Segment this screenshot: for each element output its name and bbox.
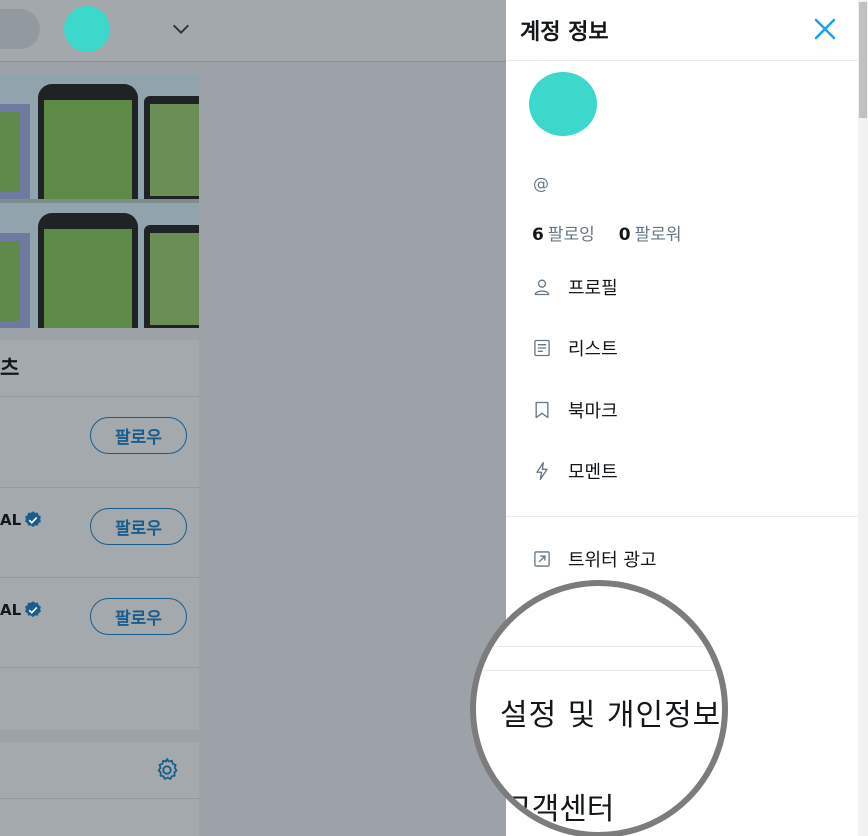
divider bbox=[0, 798, 199, 799]
follow-stats: 6 팔로잉 0 팔로워 bbox=[532, 220, 682, 245]
following-count: 6 bbox=[532, 225, 544, 245]
list-icon bbox=[534, 339, 550, 357]
divider bbox=[506, 516, 858, 517]
follow-button[interactable]: 팔로우 bbox=[90, 417, 187, 454]
magnifier-callout: 설정 및 개인정보 고객센터 bbox=[470, 580, 728, 836]
close-icon[interactable] bbox=[810, 14, 840, 44]
drawer-header: 계정 정보 bbox=[506, 0, 858, 61]
menu-item-label: 리스트 bbox=[568, 339, 618, 360]
divider bbox=[0, 667, 199, 668]
following-link[interactable]: 6 팔로잉 bbox=[532, 220, 595, 245]
scrollbar[interactable] bbox=[858, 0, 868, 836]
divider bbox=[0, 396, 199, 397]
bookmark-icon bbox=[535, 401, 549, 419]
menu-item-help-center[interactable]: 고객센터 bbox=[504, 784, 614, 828]
background-header bbox=[0, 0, 506, 62]
external-link-icon bbox=[534, 551, 550, 567]
verified-badge-icon bbox=[25, 601, 42, 618]
follow-button[interactable]: 팔로우 bbox=[90, 508, 187, 545]
divider bbox=[0, 577, 199, 578]
avatar bbox=[64, 6, 110, 52]
followers-count: 0 bbox=[618, 225, 631, 245]
divider bbox=[476, 670, 722, 671]
menu-item-bookmarks[interactable]: 북마크 bbox=[532, 396, 618, 424]
lightning-icon bbox=[536, 462, 548, 480]
menu-item-label: 북마크 bbox=[568, 401, 618, 422]
follow-button[interactable]: 팔로우 bbox=[90, 598, 187, 635]
person-icon bbox=[534, 279, 550, 296]
menu-item-label: 모멘트 bbox=[568, 462, 618, 483]
media-preview bbox=[0, 74, 199, 328]
card-title: 츠 bbox=[0, 356, 20, 380]
drawer-title: 계정 정보 bbox=[520, 20, 609, 45]
search-bar bbox=[0, 9, 40, 49]
divider bbox=[476, 646, 722, 647]
user-name: AL bbox=[0, 600, 43, 620]
menu-item-label: 프로필 bbox=[568, 278, 618, 299]
following-label: 팔로잉 bbox=[547, 225, 595, 245]
followers-label: 팔로워 bbox=[634, 225, 682, 245]
divider bbox=[0, 487, 199, 488]
user-name: AL bbox=[0, 510, 43, 530]
verified-badge-icon bbox=[25, 511, 42, 528]
menu-item-settings-and-privacy[interactable]: 설정 및 개인정보 bbox=[500, 690, 721, 734]
media-image bbox=[0, 74, 199, 199]
menu-item-lists[interactable]: 리스트 bbox=[532, 334, 618, 362]
user-handle: @ bbox=[533, 174, 549, 193]
scrollbar-thumb[interactable] bbox=[859, 2, 867, 118]
avatar[interactable] bbox=[529, 72, 597, 136]
chevron-down-icon bbox=[173, 24, 189, 34]
menu-item-label: 트위터 광고 bbox=[568, 550, 657, 571]
followers-link[interactable]: 0 팔로워 bbox=[619, 220, 682, 245]
media-image bbox=[0, 203, 199, 328]
menu-item-moments[interactable]: 모멘트 bbox=[532, 457, 618, 485]
gear-icon[interactable] bbox=[153, 756, 181, 784]
menu-item-profile[interactable]: 프로필 bbox=[532, 273, 618, 301]
user-name-text: AL bbox=[0, 601, 22, 619]
user-name-text: AL bbox=[0, 511, 22, 529]
menu-item-twitter-ads[interactable]: 트위터 광고 bbox=[532, 545, 657, 573]
